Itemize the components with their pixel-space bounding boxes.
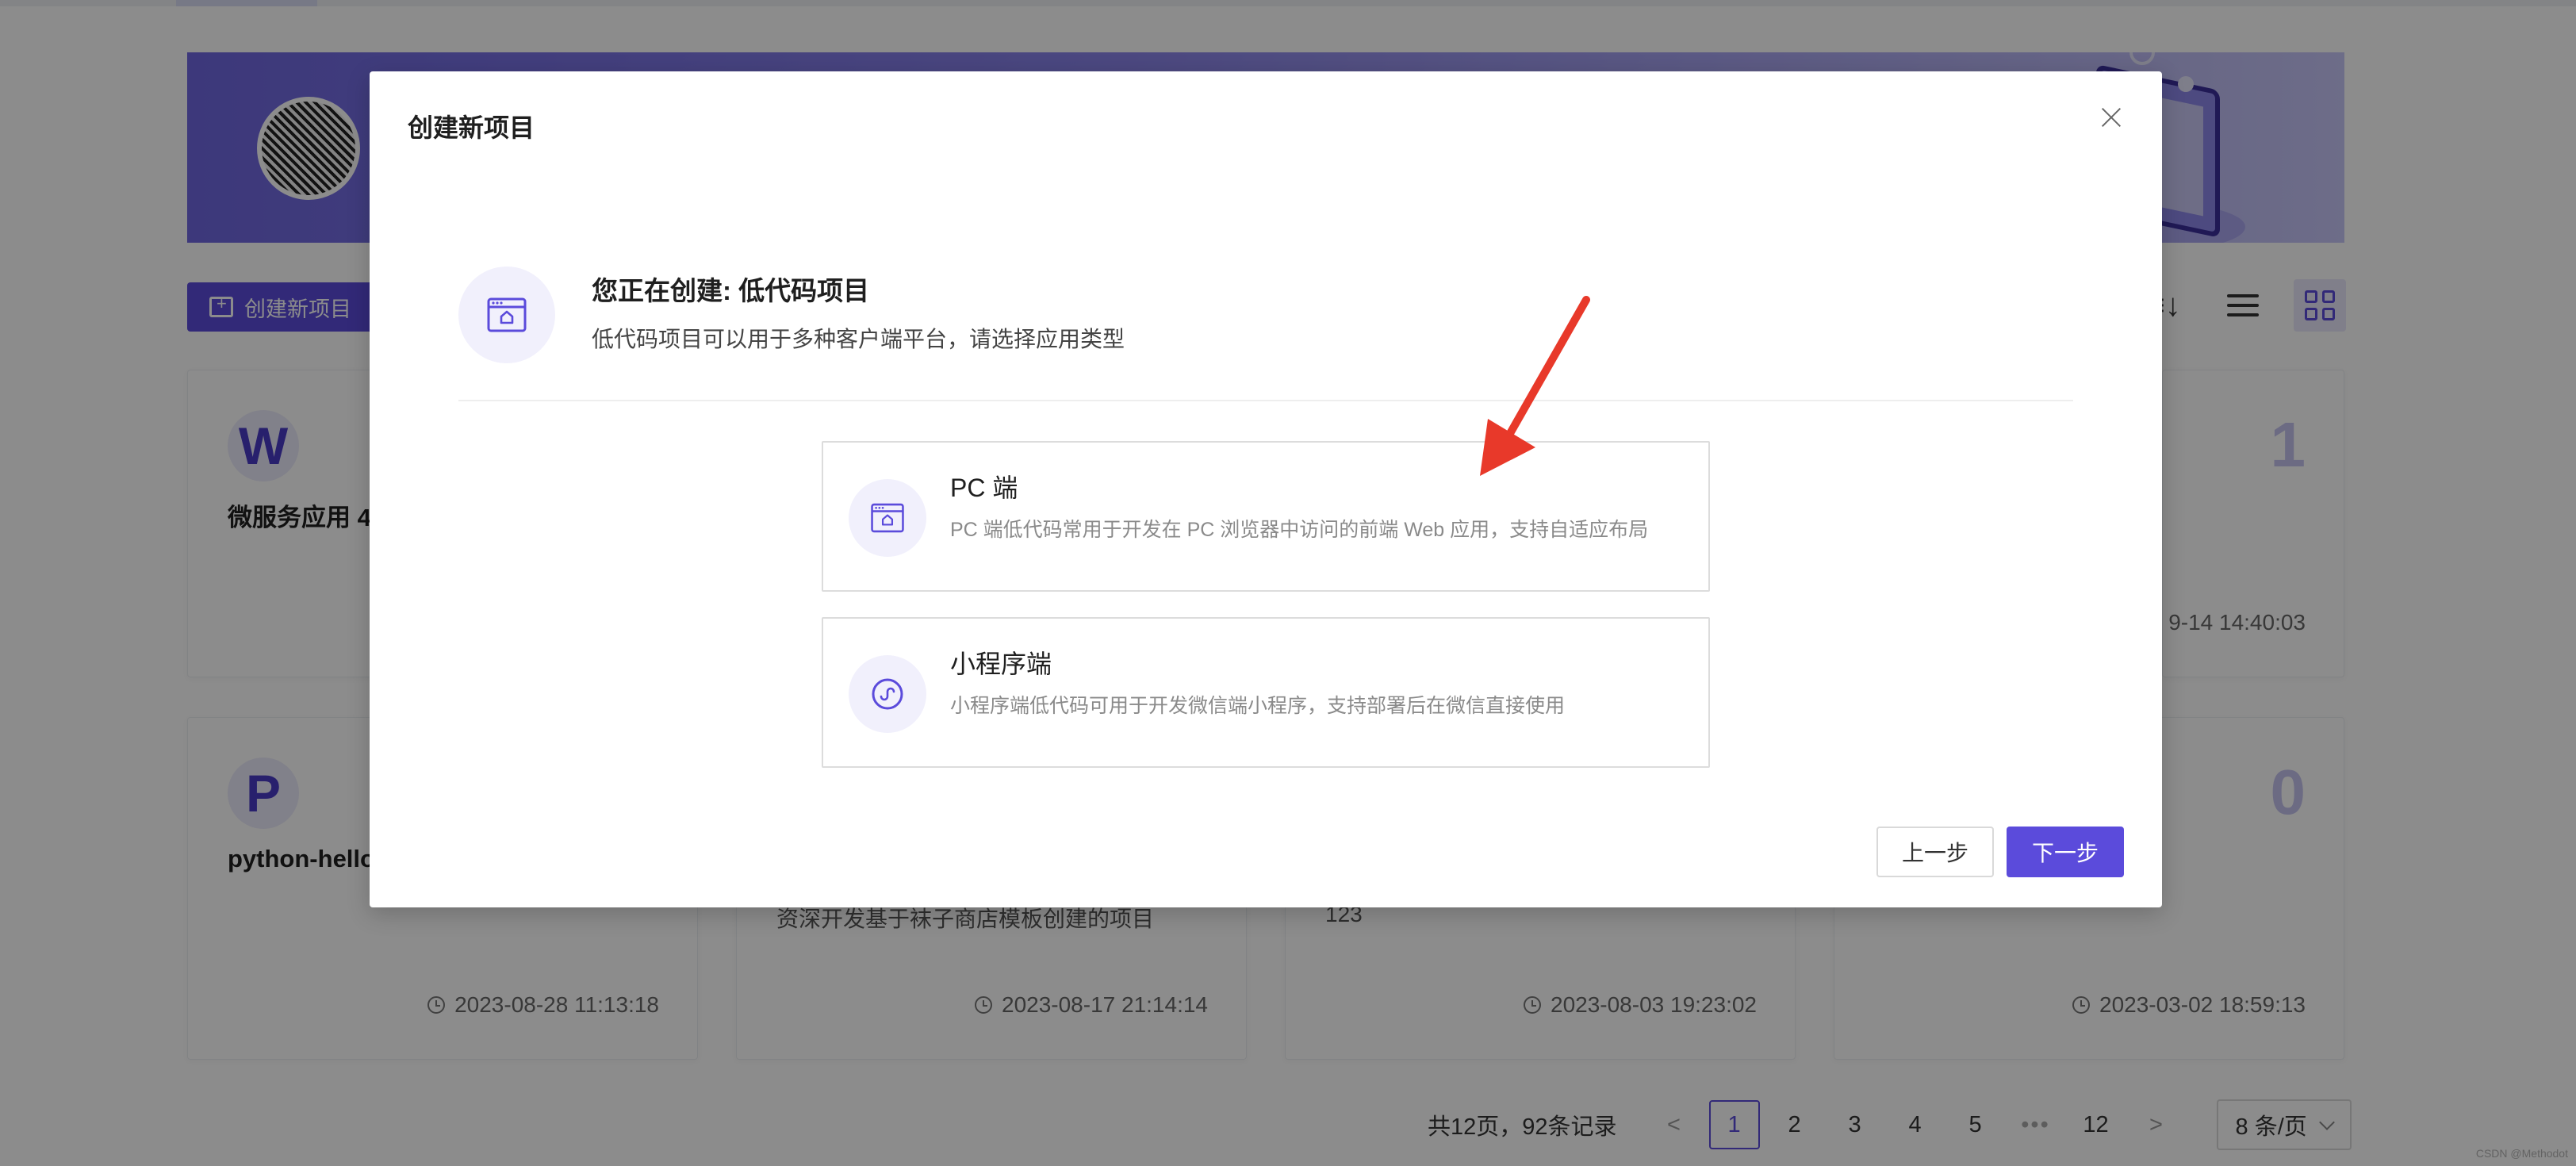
pc-option-icon-wrap <box>849 479 926 557</box>
option-pc[interactable]: PC 端 PC 端低代码常用于开发在 PC 浏览器中访问的前端 Web 应用，支… <box>822 441 1710 592</box>
divider <box>458 400 2073 401</box>
lowcode-intro-icon <box>458 267 555 363</box>
modal-title: 创建新项目 <box>408 113 535 142</box>
option-desc: PC 端低代码常用于开发在 PC 浏览器中访问的前端 Web 应用，支持自适应布… <box>950 519 1649 541</box>
next-step-button[interactable]: 下一步 <box>2007 827 2124 877</box>
option-mini-program[interactable]: 小程序端 小程序端低代码可用于开发微信端小程序，支持部署后在微信直接使用 <box>822 617 1710 768</box>
mini-program-icon <box>872 678 903 710</box>
intro-title: 您正在创建: 低代码项目 <box>592 276 870 305</box>
option-title: PC 端 <box>950 474 1018 502</box>
browser-window-icon <box>487 297 527 332</box>
intro-desc: 低代码项目可以用于多种客户端平台，请选择应用类型 <box>592 327 1125 351</box>
option-title: 小程序端 <box>950 650 1052 678</box>
prev-step-button[interactable]: 上一步 <box>1876 827 1994 877</box>
option-desc: 小程序端低代码可用于开发微信端小程序，支持部署后在微信直接使用 <box>950 695 1566 717</box>
mp-option-icon-wrap <box>849 655 926 733</box>
close-icon[interactable] <box>2095 102 2127 133</box>
create-project-modal: 创建新项目 您正在创建: 低代码项目 低代码项目可以用于多种客户端平台，请选择应… <box>370 71 2162 907</box>
browser-window-icon <box>871 503 904 533</box>
